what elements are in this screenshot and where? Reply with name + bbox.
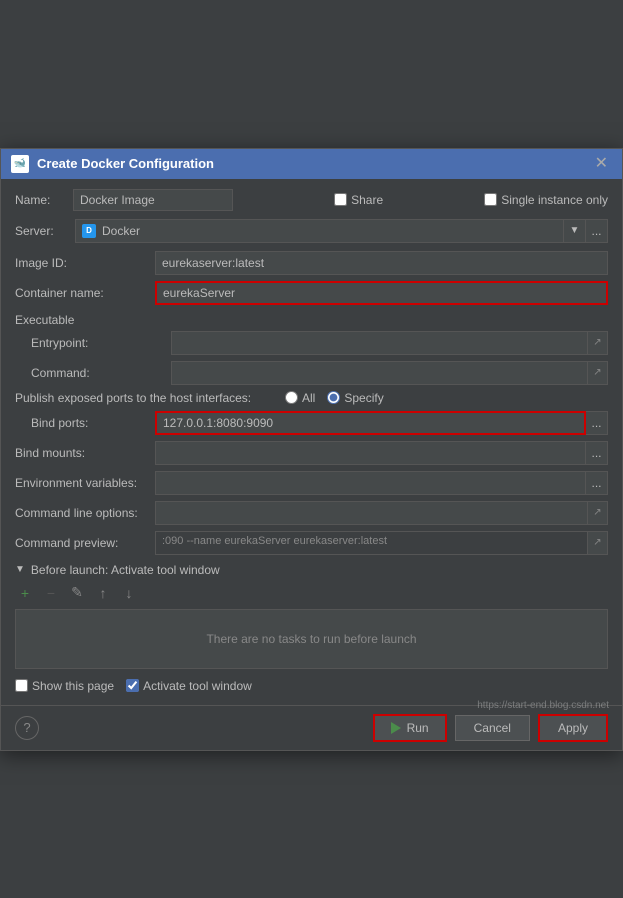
cmd-options-label: Command line options:: [15, 506, 155, 520]
container-name-row: Container name:: [15, 281, 608, 305]
name-label: Name:: [15, 193, 65, 207]
bind-ports-row: Bind ports: ...: [15, 411, 608, 435]
no-tasks-text: There are no tasks to run before launch: [206, 632, 416, 646]
command-input[interactable]: [171, 361, 588, 385]
dialog-footer: ? Run Cancel Apply: [1, 705, 622, 750]
specify-radio-label: Specify: [344, 391, 383, 405]
share-checkbox[interactable]: [334, 193, 347, 206]
activate-tool-checkbox[interactable]: [126, 679, 139, 692]
cmd-options-row: Command line options: ↗: [15, 501, 608, 525]
cmd-preview-row: Command preview: :090 --name eurekaServe…: [15, 531, 608, 555]
cmd-preview-expand-button[interactable]: ↗: [588, 531, 608, 555]
server-value: Docker: [102, 224, 140, 238]
name-input[interactable]: [73, 189, 233, 211]
env-vars-label: Environment variables:: [15, 476, 155, 490]
cmd-options-expand-button[interactable]: ↗: [588, 501, 608, 525]
entrypoint-input[interactable]: [171, 331, 588, 355]
executable-section-label: Executable: [15, 313, 608, 327]
remove-task-button[interactable]: −: [41, 583, 61, 603]
show-page-label: Show this page: [32, 679, 114, 693]
docker-small-icon: D: [82, 224, 96, 238]
image-id-row: Image ID:: [15, 251, 608, 275]
command-expand-button[interactable]: ↗: [588, 361, 608, 385]
server-row: Server: D Docker ▼ ...: [15, 219, 608, 243]
run-button[interactable]: Run: [373, 714, 447, 742]
cancel-button[interactable]: Cancel: [455, 715, 530, 741]
entrypoint-row: Entrypoint: ↗: [15, 331, 608, 355]
activate-tool-label: Activate tool window: [143, 679, 252, 693]
env-vars-input[interactable]: [155, 471, 586, 495]
bind-mounts-input[interactable]: [155, 441, 586, 465]
no-tasks-area: There are no tasks to run before launch: [15, 609, 608, 669]
run-label: Run: [407, 721, 429, 735]
single-instance-group: Single instance only: [484, 193, 608, 207]
cmd-preview-value: :090 --name eurekaServer eurekaserver:la…: [155, 531, 588, 555]
before-launch-header: ▼ Before launch: Activate tool window: [15, 563, 608, 577]
bind-ports-input[interactable]: [155, 411, 586, 435]
server-select[interactable]: D Docker: [75, 219, 564, 243]
activate-tool-option[interactable]: Activate tool window: [126, 679, 252, 693]
container-name-input[interactable]: [155, 281, 608, 305]
all-radio-label: All: [302, 391, 315, 405]
footer-buttons: Run Cancel Apply: [373, 714, 608, 742]
server-dots-button[interactable]: ...: [586, 219, 608, 243]
help-button[interactable]: ?: [15, 716, 39, 740]
before-launch-collapse-icon[interactable]: ▼: [15, 564, 25, 575]
publish-ports-label: Publish exposed ports to the host interf…: [15, 391, 285, 405]
server-dropdown-arrow[interactable]: ▼: [564, 219, 586, 243]
command-row: Command: ↗: [15, 361, 608, 385]
share-group: Share: [334, 193, 383, 207]
single-instance-label: Single instance only: [501, 193, 608, 207]
all-radio-option[interactable]: All: [285, 391, 315, 405]
image-id-label: Image ID:: [15, 256, 155, 270]
move-up-button[interactable]: ↑: [93, 583, 113, 603]
dialog-body: Name: Share Single instance only Server:…: [1, 179, 622, 693]
title-bar: 🐋 Create Docker Configuration ✕: [1, 149, 622, 179]
image-id-input[interactable]: [155, 251, 608, 275]
bind-mounts-label: Bind mounts:: [15, 446, 155, 460]
before-launch-toolbar: + − ✎ ↑ ↓: [15, 583, 608, 603]
ports-radio-group: All Specify: [285, 391, 384, 405]
bind-ports-label: Bind ports:: [15, 416, 155, 430]
show-page-option[interactable]: Show this page: [15, 679, 114, 693]
show-page-checkbox[interactable]: [15, 679, 28, 692]
all-radio[interactable]: [285, 391, 298, 404]
env-vars-dots-button[interactable]: ...: [586, 471, 608, 495]
specify-radio-option[interactable]: Specify: [327, 391, 383, 405]
edit-task-button[interactable]: ✎: [67, 583, 87, 603]
docker-icon: 🐋: [11, 155, 29, 173]
server-label: Server:: [15, 224, 75, 238]
entrypoint-label: Entrypoint:: [31, 336, 171, 350]
run-triangle-icon: [391, 722, 401, 734]
env-vars-row: Environment variables: ...: [15, 471, 608, 495]
top-row: Name: Share Single instance only: [15, 189, 608, 211]
bind-mounts-row: Bind mounts: ...: [15, 441, 608, 465]
share-label: Share: [351, 193, 383, 207]
before-launch-label: Before launch: Activate tool window: [31, 563, 220, 577]
dialog-title: Create Docker Configuration: [37, 156, 591, 171]
command-label: Command:: [31, 366, 171, 380]
add-task-button[interactable]: +: [15, 583, 35, 603]
container-name-label: Container name:: [15, 286, 155, 300]
bind-ports-dots-button[interactable]: ...: [586, 411, 608, 435]
single-instance-checkbox[interactable]: [484, 193, 497, 206]
move-down-button[interactable]: ↓: [119, 583, 139, 603]
entrypoint-expand-button[interactable]: ↗: [588, 331, 608, 355]
apply-button[interactable]: Apply: [538, 714, 608, 742]
cmd-options-input[interactable]: [155, 501, 588, 525]
before-launch-section: ▼ Before launch: Activate tool window + …: [15, 563, 608, 669]
cmd-preview-label: Command preview:: [15, 536, 155, 550]
close-button[interactable]: ✕: [591, 156, 612, 172]
publish-ports-row: Publish exposed ports to the host interf…: [15, 391, 608, 405]
bind-mounts-dots-button[interactable]: ...: [586, 441, 608, 465]
specify-radio[interactable]: [327, 391, 340, 404]
bottom-options: Show this page Activate tool window: [15, 679, 608, 693]
